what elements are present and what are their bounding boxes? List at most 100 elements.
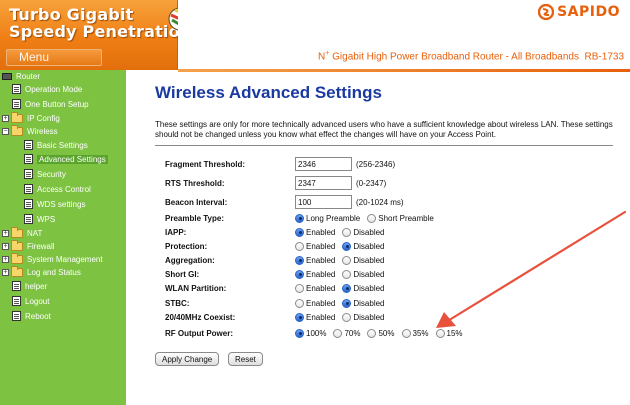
beacon-interval-input[interactable]	[295, 195, 352, 209]
apply-change-button[interactable]: Apply Change	[155, 352, 220, 366]
short-gi-disabled-option[interactable]: Disabled	[342, 269, 385, 279]
page-icon	[24, 184, 33, 194]
coexist-enabled-option[interactable]: Enabled	[295, 312, 335, 322]
sidebar-item-nat[interactable]: + NAT	[2, 226, 42, 239]
fragment-threshold-input[interactable]	[295, 157, 352, 171]
radio-button[interactable]	[295, 269, 304, 279]
radio-button[interactable]	[342, 283, 352, 293]
radio-button[interactable]	[333, 328, 343, 338]
beacon-interval-label: Beacon Interval:	[165, 197, 228, 207]
folder-icon	[11, 111, 23, 123]
preamble-type-label: Preamble Type:	[165, 213, 224, 223]
collapse-icon[interactable]: −	[2, 127, 9, 135]
sidebar-item-router[interactable]: Router	[2, 70, 40, 82]
radio-button[interactable]	[342, 298, 352, 308]
sidebar-item-wds-settings[interactable]: WDS settings	[24, 198, 85, 210]
wlan-partition-disabled-option[interactable]: Disabled	[342, 283, 385, 293]
rf-power-35-option[interactable]: 35%	[401, 328, 429, 338]
sidebar-item-helper[interactable]: helper	[12, 280, 47, 292]
rf-power-70-option[interactable]: 70%	[333, 328, 360, 338]
sidebar-item-ip-config[interactable]: + IP Config	[2, 111, 60, 124]
iapp-enabled-option[interactable]: Enabled	[295, 227, 336, 237]
sidebar-item-advanced-settings[interactable]: Advanced Settings	[24, 153, 108, 165]
coexist-disabled-option[interactable]: Disabled	[342, 312, 385, 322]
expand-icon[interactable]: +	[2, 229, 9, 237]
option-label: Disabled	[353, 241, 385, 251]
preamble-type-row: Preamble Type: Long Preamble Short Pream…	[165, 211, 441, 225]
radio-button[interactable]	[342, 227, 352, 237]
protection-disabled-option[interactable]: Disabled	[342, 241, 385, 251]
folder-open-icon	[11, 124, 23, 136]
sidebar-item-one-button-setup[interactable]: One Button Setup	[12, 98, 89, 110]
radio-button[interactable]	[295, 312, 304, 322]
rts-threshold-label: RTS Threshold:	[165, 178, 225, 188]
expand-icon[interactable]: +	[2, 255, 9, 263]
sidebar-item-log-and-status[interactable]: + Log and Status	[2, 265, 81, 278]
radio-button[interactable]	[367, 328, 377, 338]
radio-button[interactable]	[342, 255, 352, 265]
sidebar-item-operation-mode[interactable]: Operation Mode	[12, 83, 82, 95]
company-logo: SAPIDO	[538, 4, 620, 20]
radio-button[interactable]	[342, 312, 352, 322]
page-icon	[24, 169, 33, 179]
sidebar-item-label: Security	[37, 169, 66, 179]
preamble-short-option[interactable]: Short Preamble	[367, 213, 434, 223]
sidebar-item-reboot[interactable]: Reboot	[12, 310, 51, 322]
sidebar-item-system-management[interactable]: + System Management	[2, 252, 103, 265]
preamble-long-option[interactable]: Long Preamble	[295, 213, 360, 223]
aggregation-label: Aggregation:	[165, 255, 215, 265]
menu-button[interactable]: Menu	[6, 49, 102, 66]
radio-button[interactable]	[295, 213, 304, 223]
sidebar-item-security[interactable]: Security	[24, 168, 66, 180]
rf-output-power-label: RF Output Power:	[165, 328, 233, 338]
rf-power-100-option[interactable]: 100%	[295, 328, 326, 338]
expand-icon[interactable]: +	[2, 114, 9, 122]
rts-threshold-input[interactable]	[295, 176, 352, 190]
radio-button[interactable]	[367, 213, 377, 223]
aggregation-disabled-option[interactable]: Disabled	[342, 255, 385, 265]
radio-button[interactable]	[295, 298, 304, 308]
option-label: Short Preamble	[378, 213, 434, 223]
radio-button[interactable]	[295, 328, 304, 338]
tagline-sup: +	[325, 50, 330, 57]
protection-enabled-option[interactable]: Enabled	[295, 241, 335, 251]
radio-button[interactable]	[295, 241, 304, 251]
page-icon	[12, 296, 21, 306]
page-icon	[12, 281, 21, 291]
option-label: Enabled	[306, 227, 336, 237]
iapp-disabled-option[interactable]: Disabled	[342, 227, 385, 237]
sidebar-item-label: Access Control	[37, 184, 91, 194]
sidebar-item-logout[interactable]: Logout	[12, 295, 49, 307]
radio-button[interactable]	[401, 328, 411, 338]
short-gi-row: Short GI: Enabled Disabled	[165, 267, 392, 281]
radio-button[interactable]	[295, 283, 304, 293]
sidebar-item-basic-settings[interactable]: Basic Settings	[24, 139, 88, 151]
page-icon	[24, 140, 33, 150]
wlan-partition-enabled-option[interactable]: Enabled	[295, 283, 335, 293]
rf-power-50-option[interactable]: 50%	[367, 328, 395, 338]
stbc-disabled-option[interactable]: Disabled	[342, 298, 385, 308]
aggregation-enabled-option[interactable]: Enabled	[295, 255, 335, 265]
sidebar-item-wps[interactable]: WPS	[24, 213, 55, 225]
radio-button[interactable]	[342, 269, 352, 279]
expand-icon[interactable]: +	[2, 268, 9, 276]
sidebar-item-label: helper	[25, 281, 48, 291]
sidebar-item-label: Firewall	[27, 241, 55, 251]
page-icon	[24, 214, 33, 224]
short-gi-enabled-option[interactable]: Enabled	[295, 269, 335, 279]
expand-icon[interactable]: +	[2, 242, 9, 250]
radio-button[interactable]	[342, 241, 352, 251]
router-icon	[2, 72, 12, 80]
sidebar-item-label: WDS settings	[37, 199, 86, 209]
radio-button[interactable]	[295, 255, 304, 265]
reset-button[interactable]: Reset	[228, 352, 263, 366]
radio-button[interactable]	[295, 227, 304, 237]
beacon-interval-row: Beacon Interval: (20-1024 ms)	[165, 195, 404, 209]
brand-title: Turbo Gigabit Speedy Penetration	[9, 5, 192, 41]
sidebar-item-firewall[interactable]: + Firewall	[2, 239, 55, 252]
sidebar-item-label: WPS	[37, 214, 56, 224]
iapp-row: IAPP: Enabled Disabled	[165, 225, 392, 239]
stbc-enabled-option[interactable]: Enabled	[295, 298, 335, 308]
sidebar-item-wireless[interactable]: − Wireless	[2, 124, 58, 137]
sidebar-item-access-control[interactable]: Access Control	[24, 183, 91, 195]
